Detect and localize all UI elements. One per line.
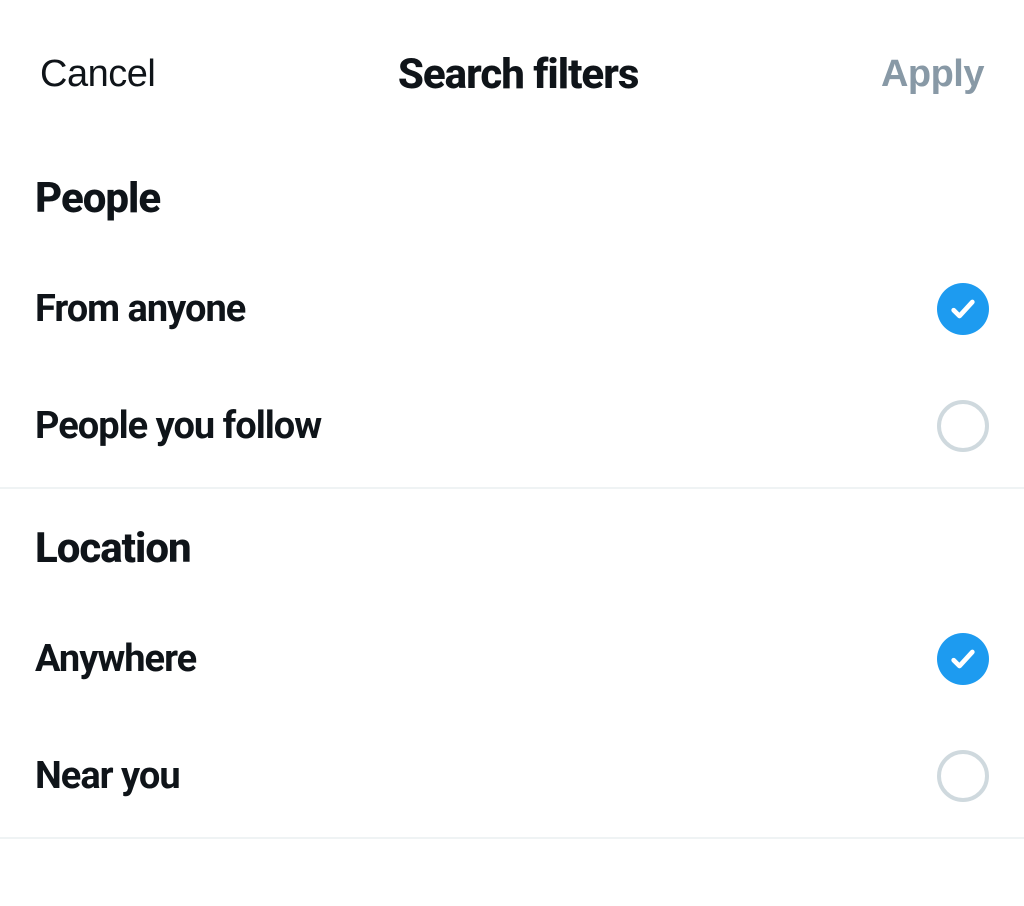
- option-label: Near you: [35, 754, 180, 798]
- location-section-header: Location: [0, 489, 1024, 603]
- option-label: Anywhere: [35, 637, 196, 681]
- option-from-anyone[interactable]: From anyone: [0, 253, 1024, 370]
- radio-selected: [937, 283, 989, 335]
- option-label: From anyone: [35, 287, 245, 331]
- people-section: People From anyone People you follow: [0, 139, 1024, 489]
- check-icon: [949, 645, 977, 673]
- radio-selected: [937, 633, 989, 685]
- radio-unselected: [937, 400, 989, 452]
- location-section: Location Anywhere Near you: [0, 489, 1024, 839]
- option-anywhere[interactable]: Anywhere: [0, 603, 1024, 720]
- check-icon: [949, 295, 977, 323]
- apply-button[interactable]: Apply: [881, 53, 984, 96]
- option-near-you[interactable]: Near you: [0, 720, 1024, 837]
- header: Cancel Search filters Apply: [0, 0, 1024, 139]
- people-section-header: People: [0, 139, 1024, 253]
- cancel-button[interactable]: Cancel: [40, 53, 155, 96]
- option-label: People you follow: [35, 404, 321, 448]
- option-people-you-follow[interactable]: People you follow: [0, 370, 1024, 487]
- radio-unselected: [937, 750, 989, 802]
- page-title: Search filters: [398, 50, 639, 99]
